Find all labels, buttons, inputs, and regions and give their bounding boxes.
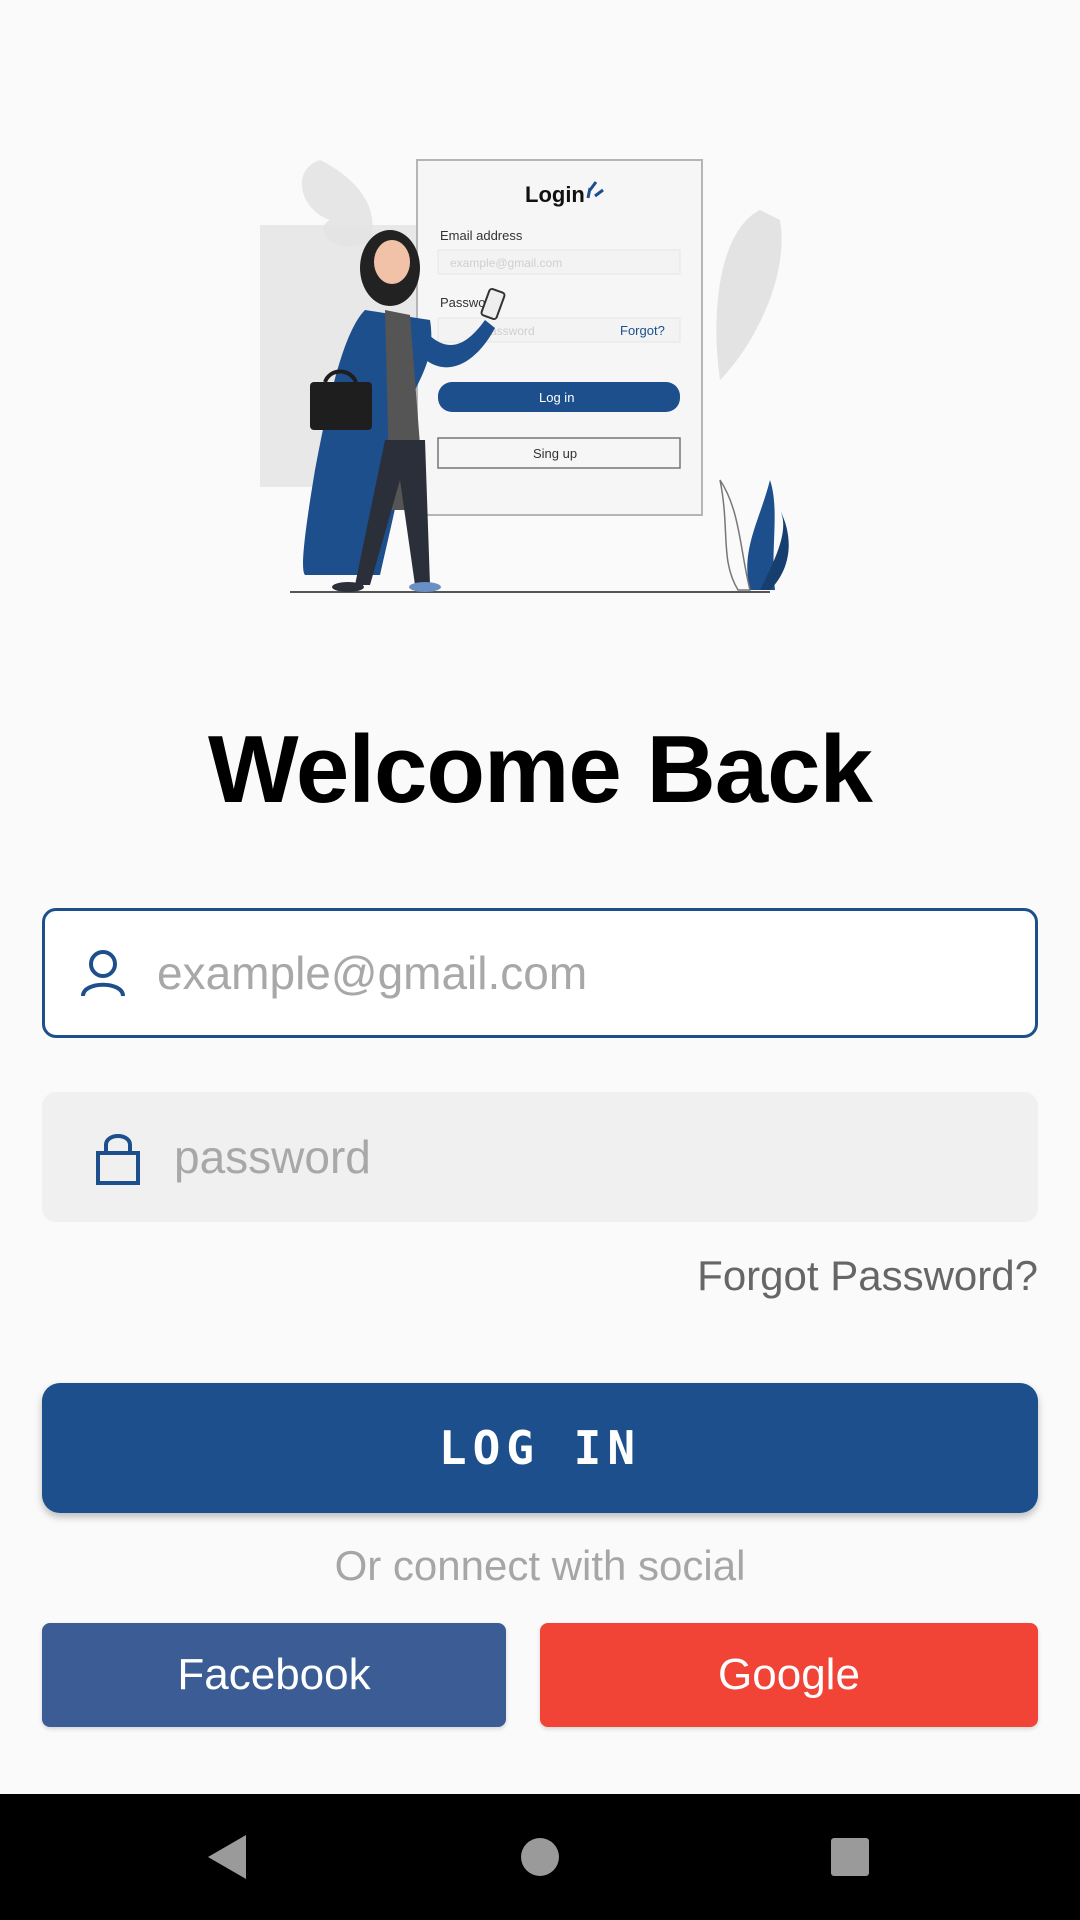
recents-square-icon[interactable] xyxy=(822,1829,878,1885)
system-nav-bar xyxy=(0,1794,1080,1920)
facebook-button[interactable]: Facebook xyxy=(42,1623,506,1727)
page-title: Welcome Back xyxy=(208,716,873,823)
illustration-password-label: Passwo xyxy=(440,295,486,310)
email-input[interactable] xyxy=(155,910,1035,1036)
password-field[interactable] xyxy=(42,1091,1038,1223)
back-triangle-icon[interactable] xyxy=(200,1829,256,1885)
connect-social-text: Or connect with social xyxy=(334,1542,746,1589)
illustration-forgot-link: Forgot? xyxy=(620,323,665,338)
illustration-login-button: Log in xyxy=(539,390,574,405)
google-button-label: Google xyxy=(718,1650,860,1699)
illustration-email-placeholder: example@gmail.com xyxy=(450,256,562,270)
login-screen: Login Email address example@gmail.com Pa… xyxy=(0,0,1080,1920)
forgot-password-link[interactable]: Forgot Password? xyxy=(697,1252,1038,1300)
user-icon xyxy=(73,943,133,1003)
lock-icon xyxy=(88,1127,148,1187)
illustration-card-title: Login xyxy=(525,182,585,207)
home-circle-icon[interactable] xyxy=(512,1829,568,1885)
google-button[interactable]: Google xyxy=(540,1623,1038,1727)
facebook-button-label: Facebook xyxy=(177,1650,371,1699)
illustration-signup-button: Sing up xyxy=(533,446,577,461)
password-input[interactable] xyxy=(172,1091,1038,1223)
login-illustration: Login Email address example@gmail.com Pa… xyxy=(250,150,810,600)
login-button[interactable]: LOG IN xyxy=(42,1383,1038,1513)
email-field[interactable] xyxy=(42,908,1038,1038)
illustration-email-label: Email address xyxy=(440,228,523,243)
